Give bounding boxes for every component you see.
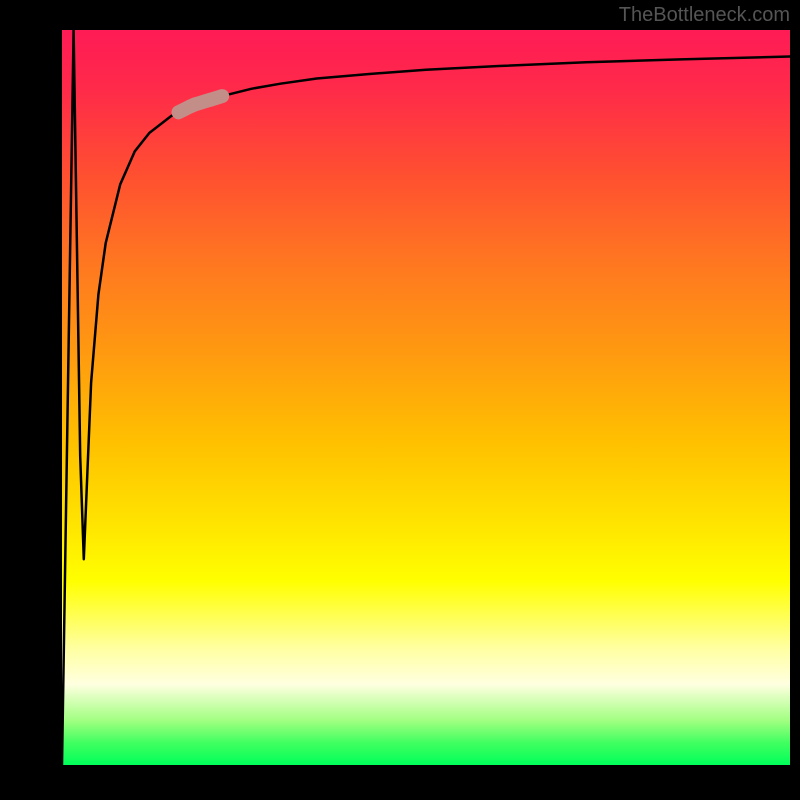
watermark-text: TheBottleneck.com bbox=[619, 4, 790, 27]
highlight-segment bbox=[179, 96, 223, 112]
plot-area bbox=[62, 30, 790, 765]
main-curve bbox=[62, 30, 790, 765]
curve-svg bbox=[62, 30, 790, 765]
